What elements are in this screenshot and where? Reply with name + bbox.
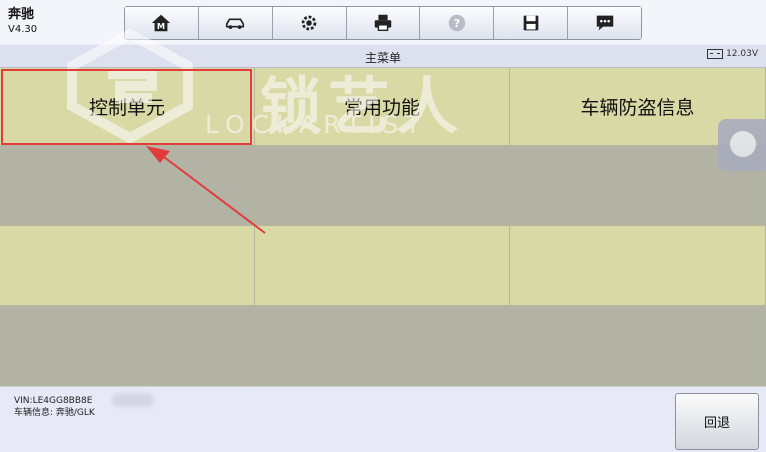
svg-text:M: M	[157, 21, 165, 31]
menu-cell-empty	[0, 226, 255, 306]
menu-cell-label: 常用功能	[343, 97, 420, 119]
svg-text:?: ?	[454, 17, 460, 30]
menu-cell-common-functions[interactable]: 常用功能	[255, 68, 510, 146]
message-icon	[596, 15, 613, 31]
vehicle-button[interactable]	[198, 7, 273, 39]
vehicle-info: VIN:LE4GG8BB8E 车辆信息: 奔驰/GLK	[14, 395, 95, 419]
vin-label: VIN:LE4GG8BB8E	[14, 396, 93, 406]
menu-cell-empty	[255, 226, 510, 306]
footer: VIN:LE4GG8BB8E 车辆信息: 奔驰/GLK 回退	[0, 386, 766, 452]
top-bar: 奔驰 V4.30 M ?	[0, 0, 766, 44]
message-button[interactable]	[568, 7, 642, 39]
vin-redaction	[112, 393, 154, 407]
toolbar: M ?	[124, 6, 642, 40]
home-button[interactable]: M	[125, 7, 199, 39]
printer-icon	[374, 14, 392, 32]
back-button[interactable]: 回退	[675, 393, 759, 450]
back-button-label: 回退	[703, 416, 730, 431]
help-button[interactable]: ?	[420, 7, 495, 39]
gear-icon	[301, 15, 317, 31]
car-icon	[226, 18, 245, 29]
settings-button[interactable]	[272, 7, 347, 39]
menu-cell-label: 车辆防盗信息	[580, 97, 695, 119]
battery-voltage: 12.03V	[726, 49, 758, 59]
app-version: V4.30	[8, 24, 38, 35]
float-handle-dot	[730, 131, 756, 157]
menu-cell-label: 控制单元	[88, 97, 165, 119]
menu-cell-empty	[0, 146, 255, 226]
print-button[interactable]	[346, 7, 421, 39]
save-button[interactable]	[494, 7, 569, 39]
brand: 奔驰 V4.30	[8, 8, 37, 36]
page-title: 主菜单	[364, 51, 401, 65]
main-menu-grid: 控制单元 常用功能 车辆防盗信息	[0, 68, 766, 386]
vehicle-info-label: 车辆信息: 奔驰/GLK	[14, 408, 95, 418]
menu-cell-empty	[510, 306, 766, 386]
side-float-handle[interactable]	[718, 119, 766, 171]
save-icon	[523, 15, 539, 31]
help-icon: ?	[448, 14, 466, 32]
menu-cell-control-units[interactable]: 控制单元	[0, 68, 255, 146]
menu-cell-empty	[510, 226, 766, 306]
menu-cell-empty	[255, 306, 510, 386]
battery-icon	[707, 49, 724, 59]
home-icon: M	[152, 14, 171, 32]
app-name: 奔驰	[8, 7, 35, 22]
menu-cell-empty	[0, 306, 255, 386]
title-bar: 主菜单 12.03V	[0, 45, 766, 68]
menu-cell-empty	[255, 146, 510, 226]
battery-status: 12.03V	[707, 49, 758, 59]
